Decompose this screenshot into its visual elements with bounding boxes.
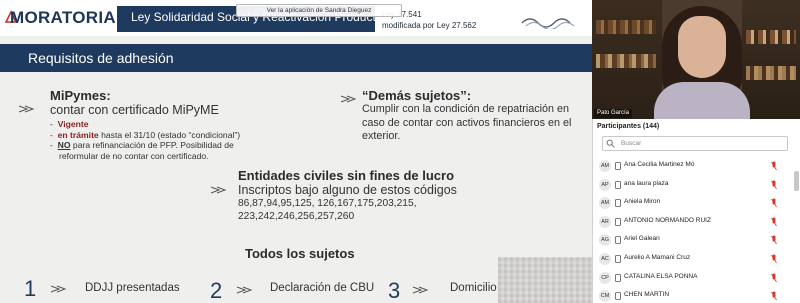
participant-row[interactable]: AC Aurelio A Mamani Cruz — [593, 250, 800, 269]
participants-panel: Participantes (144) Buscar AM Ana Cecili… — [592, 119, 800, 303]
participant-name: Ana Cecilia Martinez Mó — [624, 161, 695, 168]
mipymes-line2-rest: hasta el 31/10 (estado “condicional”) — [98, 129, 241, 140]
mipymes-subheading: contar con certificado MiPyME — [50, 103, 219, 117]
participant-name: Aurelio A Mamani Cruz — [624, 253, 691, 261]
device-icon — [615, 255, 621, 263]
arrow-icon — [236, 286, 253, 294]
person-face — [678, 16, 726, 78]
step-number: 2 — [210, 278, 223, 303]
video-tile[interactable]: Pato García — [592, 0, 800, 119]
books — [746, 66, 796, 80]
participant-row[interactable]: AM Ana Cecilia Martinez Mó — [593, 157, 800, 176]
mic-muted-icon[interactable] — [771, 180, 777, 190]
participant-row[interactable]: AP ana laura plaza — [593, 176, 800, 195]
mic-muted-icon[interactable] — [771, 217, 777, 227]
participant-avatar: AG — [599, 234, 611, 247]
participant-avatar: AC — [599, 252, 611, 265]
entidades-heading: Entidades civiles sin fines de lucro — [238, 168, 455, 183]
demas-line3: exterior. — [362, 130, 401, 142]
institution-logo-icon — [521, 18, 575, 29]
participant-row[interactable]: CP CATALINA ELSA PONNA — [593, 269, 800, 288]
participant-avatar: AM — [599, 160, 611, 172]
arrow-icon — [18, 105, 35, 113]
arrow-icon — [412, 286, 429, 294]
step-label: DDJJ presentadas — [85, 282, 180, 294]
arrow-icon — [210, 186, 227, 194]
screen-share-banner[interactable]: Ver la aplicación de Sandra Dieguez — [236, 4, 402, 17]
participants-scrollbar[interactable] — [794, 171, 799, 191]
mipymes-details: - Vigente - en trámite hasta el 31/10 (e… — [50, 119, 241, 161]
participant-list: AM Ana Cecilia Martinez Mó AP ana laura … — [593, 157, 800, 303]
entidades-line1: Inscriptos bajo alguno de estos códigos — [238, 183, 457, 197]
section-title-bar: Requisitos de adhesión — [0, 44, 592, 72]
participant-row[interactable]: AG Ariel Galean — [593, 231, 800, 250]
step-number: 1 — [24, 276, 37, 301]
participant-row[interactable]: CM CHEN MARTIN — [593, 287, 800, 303]
mipymes-line3-bold: NO — [57, 140, 71, 151]
participant-row[interactable]: AM Aniela Miron — [593, 194, 800, 213]
entidades-line3: 223,242,246,256,257,260 — [238, 210, 355, 222]
search-placeholder: Buscar — [621, 140, 642, 147]
entidades-line2: 86,87,94,95,125, 126,167,175,203,215, — [238, 198, 417, 209]
step-label: Domicilio — [450, 282, 497, 294]
demas-line2: caso de contar con activos financieros e… — [362, 116, 572, 129]
participant-name: ANTONIO NORMANDO RUIZ — [624, 216, 711, 224]
person-body — [654, 82, 750, 119]
participant-avatar: CP — [599, 271, 611, 284]
arrow-icon — [340, 95, 357, 103]
participant-name: CATALINA ELSA PONNA — [624, 272, 698, 280]
mic-muted-icon[interactable] — [771, 254, 777, 264]
meeting-window: MORATORIA Ley Solidaridad Social y React… — [0, 0, 800, 303]
participants-header: Participantes (144) — [597, 123, 660, 130]
video-name-tag: Pato García — [594, 109, 633, 118]
device-icon — [615, 162, 621, 170]
mic-muted-icon[interactable] — [771, 273, 777, 283]
mic-muted-icon[interactable] — [771, 235, 777, 245]
pixelated-overlay — [498, 257, 592, 303]
bookshelf — [742, 0, 800, 119]
mipymes-heading: MiPymes: — [50, 88, 111, 103]
law-ref-line2: modificada por Ley 27.562 — [382, 21, 477, 30]
mipymes-line2-bold: en trámite — [57, 129, 99, 140]
moratoria-logo: MORATORIA — [10, 8, 116, 27]
device-icon — [615, 180, 621, 189]
books — [746, 30, 796, 44]
device-icon — [615, 217, 621, 226]
mic-muted-icon[interactable] — [771, 291, 777, 301]
participant-name: CHEN MARTIN — [624, 291, 670, 299]
mic-muted-icon[interactable] — [771, 198, 777, 208]
demas-heading: “Demás sujetos”: — [362, 88, 472, 103]
participant-avatar: AM — [599, 197, 611, 210]
step-label: Declaración de CBU — [270, 282, 375, 294]
mipymes-line1: Vigente — [57, 119, 89, 129]
search-icon — [606, 139, 615, 148]
device-icon — [615, 236, 621, 245]
section-title: Requisitos de adhesión — [28, 50, 174, 66]
todos-heading: Todos los sujetos — [245, 246, 355, 261]
step-number: 3 — [388, 278, 401, 303]
demas-line1: Cumplir con la condición de repatriación… — [362, 103, 570, 115]
books — [596, 54, 656, 68]
arrow-icon — [50, 285, 67, 293]
shared-screen-slide: MORATORIA Ley Solidaridad Social y React… — [0, 0, 592, 303]
participants-search-input[interactable]: Buscar — [602, 136, 788, 151]
device-icon — [615, 199, 621, 208]
mipymes-line4: reformular de no contar con certificado. — [59, 150, 209, 161]
participant-avatar: AP — [599, 178, 611, 191]
participant-avatar: CM — [599, 290, 611, 303]
entidades-codes: 86,87,94,95,125, 126,167,175,203,215, 22… — [238, 198, 416, 223]
participant-row[interactable]: AR ANTONIO NORMANDO RUIZ — [593, 213, 800, 232]
demas-text: Cumplir con la condición de repatriación… — [362, 103, 571, 144]
participant-name: Aniela Miron — [624, 198, 661, 206]
mipymes-line3-rest: para refinanciación de PFP. Posibilidad … — [70, 140, 234, 151]
participant-name: ana laura plaza — [624, 179, 669, 187]
participant-avatar: AR — [599, 215, 611, 228]
books — [596, 20, 656, 34]
device-icon — [615, 273, 621, 282]
mic-muted-icon[interactable] — [771, 161, 777, 171]
device-icon — [615, 292, 621, 301]
participant-name: Ariel Galean — [624, 235, 660, 243]
